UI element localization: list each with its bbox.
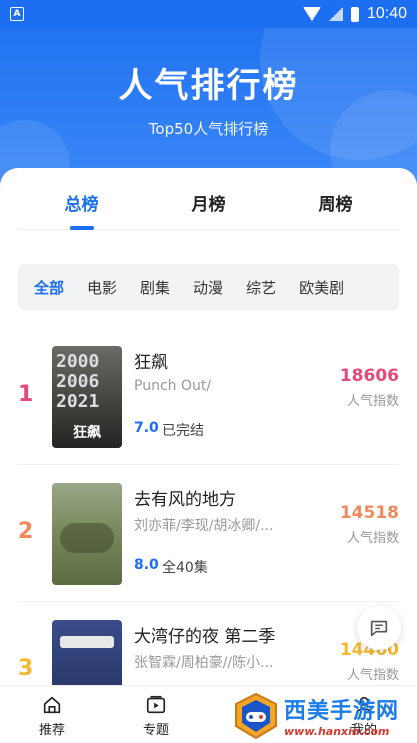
hot-value: 14518 bbox=[339, 503, 399, 523]
battery-icon bbox=[350, 6, 359, 22]
status-time: 10:40 bbox=[366, 5, 407, 22]
hot-label: 人气指数 bbox=[346, 394, 399, 409]
watermark-url: www.hanxin.com bbox=[284, 725, 390, 738]
tab-active-indicator bbox=[69, 226, 94, 230]
item-status: 已完结 bbox=[162, 423, 204, 439]
ranking-card: 总榜 月榜 周榜 全部 电影 剧集 动漫 综艺 欧美剧 1 2000 2006 20… bbox=[0, 168, 417, 743]
home-icon bbox=[43, 696, 61, 714]
poster-badge bbox=[60, 636, 114, 648]
watermark-name: 西美手游网 bbox=[284, 699, 400, 724]
ranking-row-1[interactable]: 1 2000 2006 2021 狂飙 狂飙 Punch Out/ 7.0 已完结 … bbox=[18, 328, 399, 465]
chat-bubble-icon bbox=[370, 620, 388, 637]
category-filter-bar: 全部 电影 剧集 动漫 综艺 欧美剧 bbox=[18, 264, 399, 310]
page-title: 人气排行榜 bbox=[118, 66, 299, 106]
play-box-icon bbox=[146, 695, 166, 714]
ranking-row-2[interactable]: 2 去有风的地方 刘亦菲/李现/胡冰卿/... 8.0 全40集 14518 人… bbox=[18, 465, 399, 602]
nav-label: 专题 bbox=[142, 723, 169, 738]
rank-number: 2 bbox=[18, 519, 34, 544]
hot-label: 人气指数 bbox=[346, 668, 399, 683]
filter-anime[interactable]: 动漫 bbox=[193, 277, 223, 298]
poster-years: 2000 2006 2021 bbox=[56, 351, 100, 412]
status-icons: 10:40 bbox=[302, 5, 407, 23]
nav-recommend[interactable]: 推荐 bbox=[0, 686, 104, 743]
tab-label: 总榜 bbox=[64, 195, 99, 215]
filter-all[interactable]: 全部 bbox=[34, 277, 64, 298]
rank-number: 3 bbox=[18, 656, 34, 681]
ranking-list: 1 2000 2006 2021 狂飙 狂飙 Punch Out/ 7.0 已完结 … bbox=[0, 328, 417, 739]
status-bar: A 10:40 bbox=[0, 0, 417, 28]
wifi-icon bbox=[302, 7, 321, 21]
feedback-button[interactable] bbox=[357, 606, 401, 650]
gamepad-logo-icon bbox=[235, 692, 277, 739]
tab-label: 月榜 bbox=[191, 195, 226, 215]
hot-value: 18606 bbox=[339, 366, 399, 386]
item-status: 全40集 bbox=[162, 560, 208, 576]
tab-monthly[interactable]: 月榜 bbox=[145, 168, 272, 229]
item-score: 7.0 bbox=[134, 420, 159, 436]
watermark: 西美手游网 www.hanxin.com bbox=[232, 688, 417, 743]
hot-label: 人气指数 bbox=[346, 531, 399, 546]
app-badge-icon: A bbox=[10, 7, 24, 21]
filter-western[interactable]: 欧美剧 bbox=[299, 277, 344, 298]
tab-weekly[interactable]: 周榜 bbox=[272, 168, 399, 229]
poster-figure bbox=[60, 523, 114, 553]
filter-movie[interactable]: 电影 bbox=[87, 277, 117, 298]
tab-overall[interactable]: 总榜 bbox=[18, 168, 145, 230]
item-title: 去有风的地方 bbox=[134, 490, 236, 510]
poster-image[interactable]: 2000 2006 2021 狂飙 bbox=[52, 346, 122, 448]
filter-variety[interactable]: 综艺 bbox=[246, 277, 276, 298]
page-subtitle: Top50人气排行榜 bbox=[148, 120, 269, 138]
item-subtitle: Punch Out/ bbox=[134, 378, 212, 394]
nav-topics[interactable]: 专题 bbox=[104, 686, 208, 743]
rank-number: 1 bbox=[18, 382, 34, 407]
signal-icon bbox=[328, 7, 343, 21]
poster-title: 狂飙 bbox=[73, 425, 101, 441]
nav-label: 推荐 bbox=[38, 723, 65, 738]
filter-series[interactable]: 剧集 bbox=[140, 277, 170, 298]
poster-image[interactable] bbox=[52, 483, 122, 585]
item-subtitle: 张智霖/周柏豪//陈小... bbox=[134, 655, 274, 671]
tab-label: 周榜 bbox=[318, 195, 353, 215]
item-subtitle: 刘亦菲/李现/胡冰卿/... bbox=[134, 518, 274, 534]
item-score: 8.0 bbox=[134, 557, 159, 573]
item-title: 大湾仔的夜 第二季 bbox=[134, 627, 276, 647]
item-title: 狂飙 bbox=[134, 353, 168, 373]
ranking-tabs: 总榜 月榜 周榜 bbox=[18, 168, 399, 230]
